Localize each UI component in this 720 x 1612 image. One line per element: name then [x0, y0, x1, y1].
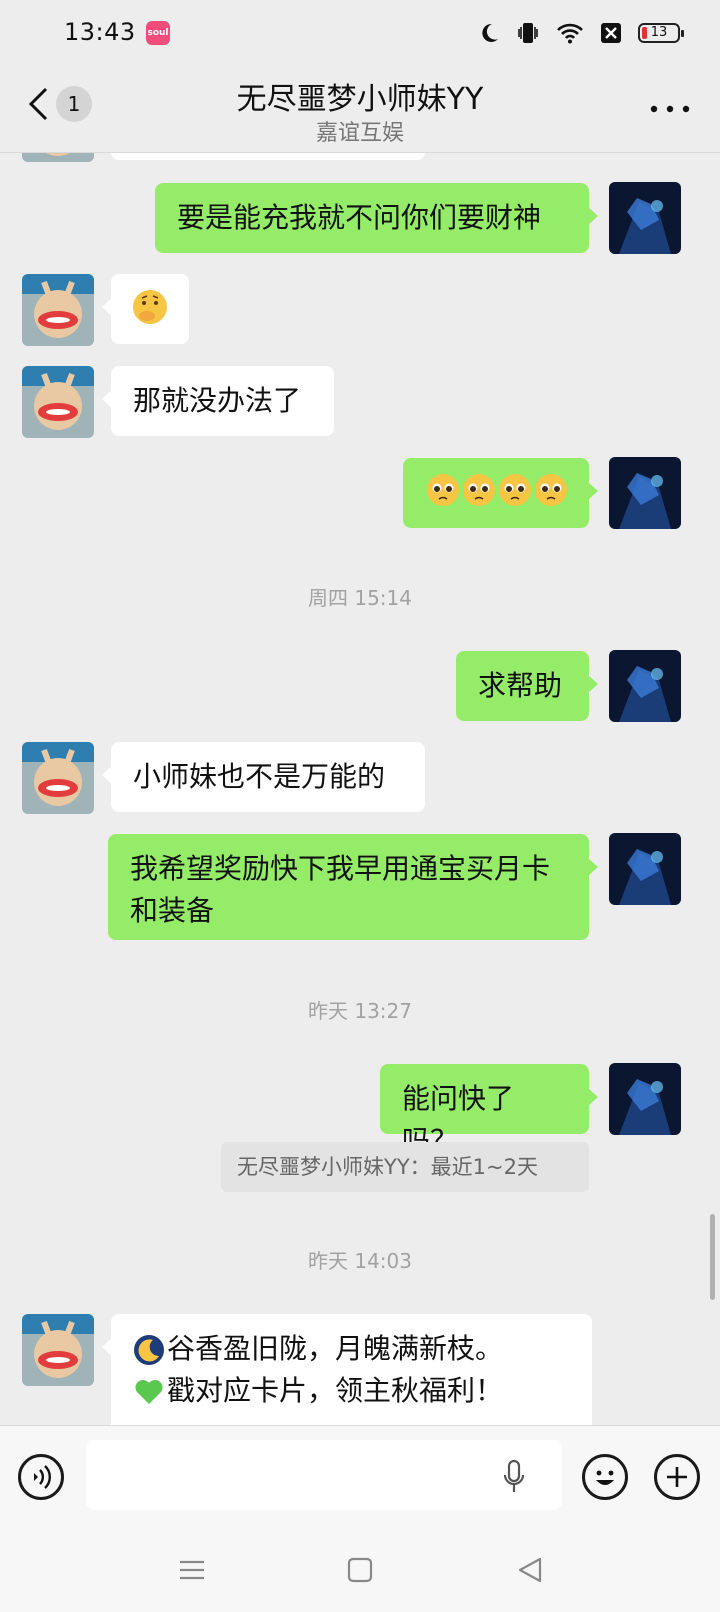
contact-avatar[interactable]: [22, 366, 94, 438]
message-text-partial: 戳对应卡片，领主秋福利！: [167, 1374, 504, 1407]
thinking-face-emoji: [133, 290, 167, 324]
menu-button[interactable]: [172, 1550, 212, 1590]
message-bubble-out[interactable]: [403, 458, 598, 528]
page-title: 无尽噩梦小师妹YY: [236, 82, 484, 117]
message-bubble-in[interactable]: 小师妹也不是万能的: [102, 742, 425, 812]
soul-app-icon: soul: [146, 21, 170, 45]
emoji-button[interactable]: [582, 1454, 628, 1500]
page-subtitle: 嘉谊互娱: [315, 121, 404, 146]
message-line: 谷香盈旧陇，月魄满新枝。: [133, 1328, 570, 1370]
message-bubble-in[interactable]: [102, 274, 189, 344]
contact-avatar[interactable]: [22, 1314, 94, 1386]
more-dots-icon: [650, 105, 690, 113]
message-text: 要是能充我就不问你们要财神: [177, 201, 542, 234]
plush-avatar-image: [22, 1314, 94, 1386]
my-avatar[interactable]: [609, 457, 681, 529]
close-box-icon: [601, 23, 621, 43]
voice-button[interactable]: [18, 1454, 64, 1500]
chat-area[interactable]: 要是能充我就不问你们要财神 那就没办法了 周四 15:14 求帮助 小师妹也不是…: [0, 152, 720, 1425]
status-icons: 13: [478, 18, 684, 48]
contact-avatar[interactable]: [22, 742, 94, 814]
message-bubble-out[interactable]: 要是能充我就不问你们要财神: [155, 183, 598, 253]
my-avatar[interactable]: [609, 1063, 681, 1135]
moon-icon: [482, 23, 498, 42]
my-avatar[interactable]: [609, 833, 681, 905]
message-bubble-in[interactable]: 那就没办法了: [102, 366, 334, 436]
anime-avatar-image: [609, 182, 681, 254]
plush-avatar-image: [22, 366, 94, 438]
message-bubble-out[interactable]: 我希望奖励快下我早用通宝买月卡和装备: [108, 834, 598, 940]
pleading-face-emoji: [427, 474, 567, 506]
vibrate-icon: [518, 23, 538, 43]
chat-scrollbar[interactable]: [710, 1214, 715, 1300]
my-avatar[interactable]: [609, 650, 681, 722]
plush-avatar-image: [22, 152, 94, 162]
anime-avatar-image: [609, 457, 681, 529]
moon-face-emoji: [134, 1335, 164, 1365]
battery-icon: 13: [638, 23, 684, 43]
status-bar: 13:43 soul 13: [0, 0, 720, 66]
plus-icon: [667, 1467, 687, 1487]
status-time: 13:43: [64, 18, 136, 46]
voice-icon: [34, 1465, 51, 1489]
battery-level-fill: [642, 27, 647, 39]
home-button[interactable]: [340, 1550, 380, 1590]
timestamp: 周四 15:14: [308, 586, 412, 610]
message-text: 求帮助: [478, 669, 563, 702]
message-bubble-out[interactable]: 能问快了吗？: [380, 1064, 598, 1157]
anime-avatar-image: [609, 650, 681, 722]
timestamp: 昨天 13:27: [308, 999, 412, 1023]
back-triangle-icon: [518, 1557, 542, 1583]
message-bubble-out[interactable]: 求帮助: [456, 651, 598, 721]
anime-avatar-image: [609, 833, 681, 905]
message-text: 那就没办法了: [133, 384, 302, 417]
timestamp: 昨天 14:03: [308, 1249, 412, 1273]
message-text: 我希望奖励快下我早用通宝买月卡和装备: [130, 852, 551, 927]
more-button[interactable]: [648, 94, 692, 124]
input-bar: [0, 1425, 720, 1528]
green-heart-emoji: [135, 1380, 163, 1404]
message-bubble-partial[interactable]: [111, 152, 425, 160]
message-text: 小师妹也不是万能的: [133, 760, 386, 793]
home-icon: [347, 1557, 373, 1583]
back-nav-button[interactable]: [510, 1550, 550, 1590]
message-input[interactable]: [86, 1440, 562, 1510]
message-line: 戳对应卡片，领主秋福利！: [133, 1370, 570, 1412]
battery-level-text: 13: [650, 25, 668, 40]
plush-avatar-image: [22, 742, 94, 814]
microphone-icon[interactable]: [502, 1459, 526, 1495]
system-nav-bar: [0, 1528, 720, 1612]
contact-avatar[interactable]: [22, 152, 94, 162]
wifi-icon: [557, 23, 583, 44]
plus-button[interactable]: [654, 1454, 700, 1500]
my-avatar[interactable]: [609, 182, 681, 254]
plush-avatar-image: [22, 274, 94, 346]
anime-avatar-image: [609, 1063, 681, 1135]
quoted-reply[interactable]: 无尽噩梦小师妹YY：最近1~2天: [221, 1142, 589, 1192]
message-text: 谷香盈旧陇，月魄满新枝。: [167, 1332, 504, 1365]
contact-avatar[interactable]: [22, 274, 94, 346]
message-bubble-in[interactable]: 谷香盈旧陇，月魄满新枝。 戳对应卡片，领主秋福利！: [102, 1314, 592, 1425]
menu-icon: [180, 1560, 204, 1580]
smiley-icon: [596, 1470, 614, 1485]
